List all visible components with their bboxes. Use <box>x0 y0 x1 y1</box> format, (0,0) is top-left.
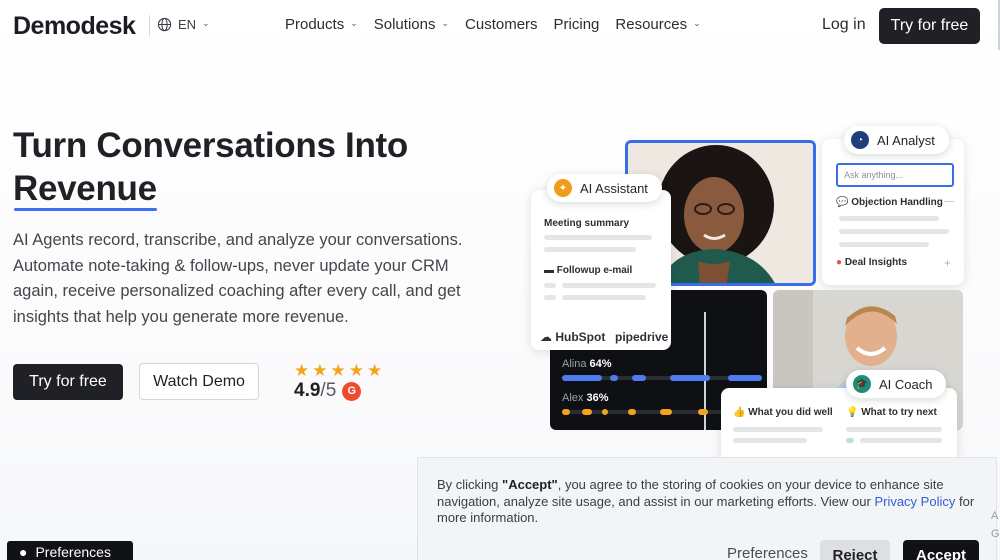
demodesk-logo[interactable]: Demodesk <box>13 12 136 41</box>
alex-segment <box>628 409 636 415</box>
meeting-summary-label: Meeting summary <box>544 218 630 229</box>
cookie-message: By clicking "Accept", you agree to the s… <box>437 477 975 525</box>
edge-text: A <box>991 510 999 522</box>
ai-analyst-label: AI Analyst <box>877 132 935 148</box>
main-menu: Products ⌄ Solutions ⌄ Customers Pricing R… <box>285 16 701 33</box>
chevron-down-icon: ⌄ <box>202 18 210 28</box>
placeholder-line <box>839 242 929 247</box>
globe-icon <box>157 17 172 32</box>
top-nav: Demodesk EN ⌄ Products ⌄ Solutions ⌄ Custo… <box>0 0 1000 52</box>
menu-products-label: Products <box>285 16 345 33</box>
placeholder-line <box>839 229 949 234</box>
placeholder-line <box>562 283 656 288</box>
alina-segment <box>610 375 618 381</box>
objection-handling-label: 💬 Objection Handling <box>836 197 943 208</box>
cookie-accept-button[interactable]: Accept <box>903 540 979 560</box>
alina-segment <box>632 375 646 381</box>
placeholder-line <box>562 295 646 300</box>
alex-segment <box>698 409 708 415</box>
menu-pricing[interactable]: Pricing <box>554 16 600 33</box>
did-well-label: 👍 What you did well <box>733 407 833 418</box>
chevron-down-icon: ⌄ <box>350 18 358 28</box>
followup-email-label: ▬ Followup e-mail <box>544 265 633 276</box>
placeholder-line <box>733 438 807 443</box>
ai-coach-card <box>721 388 957 463</box>
hero-title-highlight: Revenue <box>13 169 157 211</box>
ai-assistant-pill: ✦ AI Assistant <box>547 174 662 202</box>
ai-coach-icon: 🎓 <box>853 375 871 393</box>
menu-customers[interactable]: Customers <box>465 16 538 33</box>
menu-solutions-label: Solutions <box>373 16 436 33</box>
hero-description: AI Agents record, transcribe, and analyz… <box>13 231 463 326</box>
placeholder-line <box>860 438 942 443</box>
chevron-down-icon: ⌄ <box>441 18 450 28</box>
hubspot-logo: ☁ HubSpot <box>540 330 606 344</box>
collapse-dash-icon[interactable]: — <box>944 196 954 207</box>
alex-segment <box>582 409 592 415</box>
menu-customers-label: Customers <box>465 16 538 33</box>
watch-demo-button[interactable]: Watch Demo <box>139 363 259 400</box>
alex-segment <box>562 409 570 415</box>
nav-divider <box>149 15 150 37</box>
alina-segment <box>670 375 710 381</box>
cookie-reject-button[interactable]: Reject <box>820 540 890 560</box>
cookie-banner: By clicking "Accept", you agree to the s… <box>417 457 997 560</box>
alex-segment <box>660 409 672 415</box>
placeholder-line <box>846 438 854 443</box>
rating-outof: /5 <box>320 380 337 401</box>
placeholder-line <box>846 427 942 432</box>
ai-analyst-search-input[interactable]: Ask anything... <box>836 163 954 187</box>
cookie-preferences-link[interactable]: Preferences <box>727 545 808 560</box>
g2-logo-icon: G <box>342 381 362 401</box>
rating-value: 4.9 <box>294 380 321 401</box>
language-label: EN <box>178 17 197 32</box>
ai-coach-label: AI Coach <box>879 376 933 392</box>
talk-ratio-alina: Alina 64% <box>562 358 612 370</box>
menu-solutions[interactable]: Solutions ⌄ <box>374 16 449 33</box>
placeholder-line <box>544 235 652 240</box>
rating-score: 4.9/5 G <box>294 380 362 402</box>
try-next-label: 💡 What to try next <box>846 407 937 418</box>
menu-products[interactable]: Products ⌄ <box>285 16 358 33</box>
ai-analyst-pill: ◔ AI Analyst <box>844 126 949 154</box>
rating-stars: ★★★★★ <box>294 361 386 380</box>
hero-title-line1: Turn Conversations Into <box>13 126 408 165</box>
placeholder-line <box>839 216 939 221</box>
floating-preferences-label: Preferences <box>35 544 111 560</box>
deal-insights-label: ● Deal Insights <box>836 257 908 268</box>
talk-ratio-alex: Alex 36% <box>562 392 609 404</box>
try-for-free-nav-button[interactable]: Try for free <box>879 8 980 44</box>
ai-coach-pill: 🎓 AI Coach <box>846 370 947 398</box>
menu-pricing-label: Pricing <box>553 16 600 33</box>
expand-plus-icon[interactable]: + <box>944 256 951 270</box>
pipedrive-logo: pipedrive <box>615 330 669 344</box>
try-for-free-button[interactable]: Try for free <box>13 364 123 400</box>
placeholder-line <box>544 295 556 300</box>
cookie-icon: ● <box>19 544 28 560</box>
menu-resources-label: Resources <box>615 16 688 33</box>
login-link[interactable]: Log in <box>822 16 866 34</box>
ai-analyst-icon: ◔ <box>851 131 869 149</box>
alina-segment <box>562 375 602 381</box>
menu-resources[interactable]: Resources ⌄ <box>615 16 700 33</box>
ai-assistant-label: AI Assistant <box>580 180 648 196</box>
placeholder-line <box>733 427 823 432</box>
alex-segment <box>602 409 608 415</box>
chevron-down-icon: ⌄ <box>693 18 701 28</box>
language-selector[interactable]: EN ⌄ <box>157 17 210 32</box>
placeholder-line <box>544 247 636 252</box>
ai-assistant-icon: ✦ <box>554 179 572 197</box>
alina-segment <box>728 375 762 381</box>
hero-title: Turn Conversations Into Revenue <box>13 124 493 211</box>
edge-text: G <box>991 528 1000 540</box>
floating-preferences-button[interactable]: ● Preferences <box>7 541 133 560</box>
placeholder-line <box>544 283 556 288</box>
privacy-policy-link[interactable]: Privacy Policy <box>874 494 955 509</box>
